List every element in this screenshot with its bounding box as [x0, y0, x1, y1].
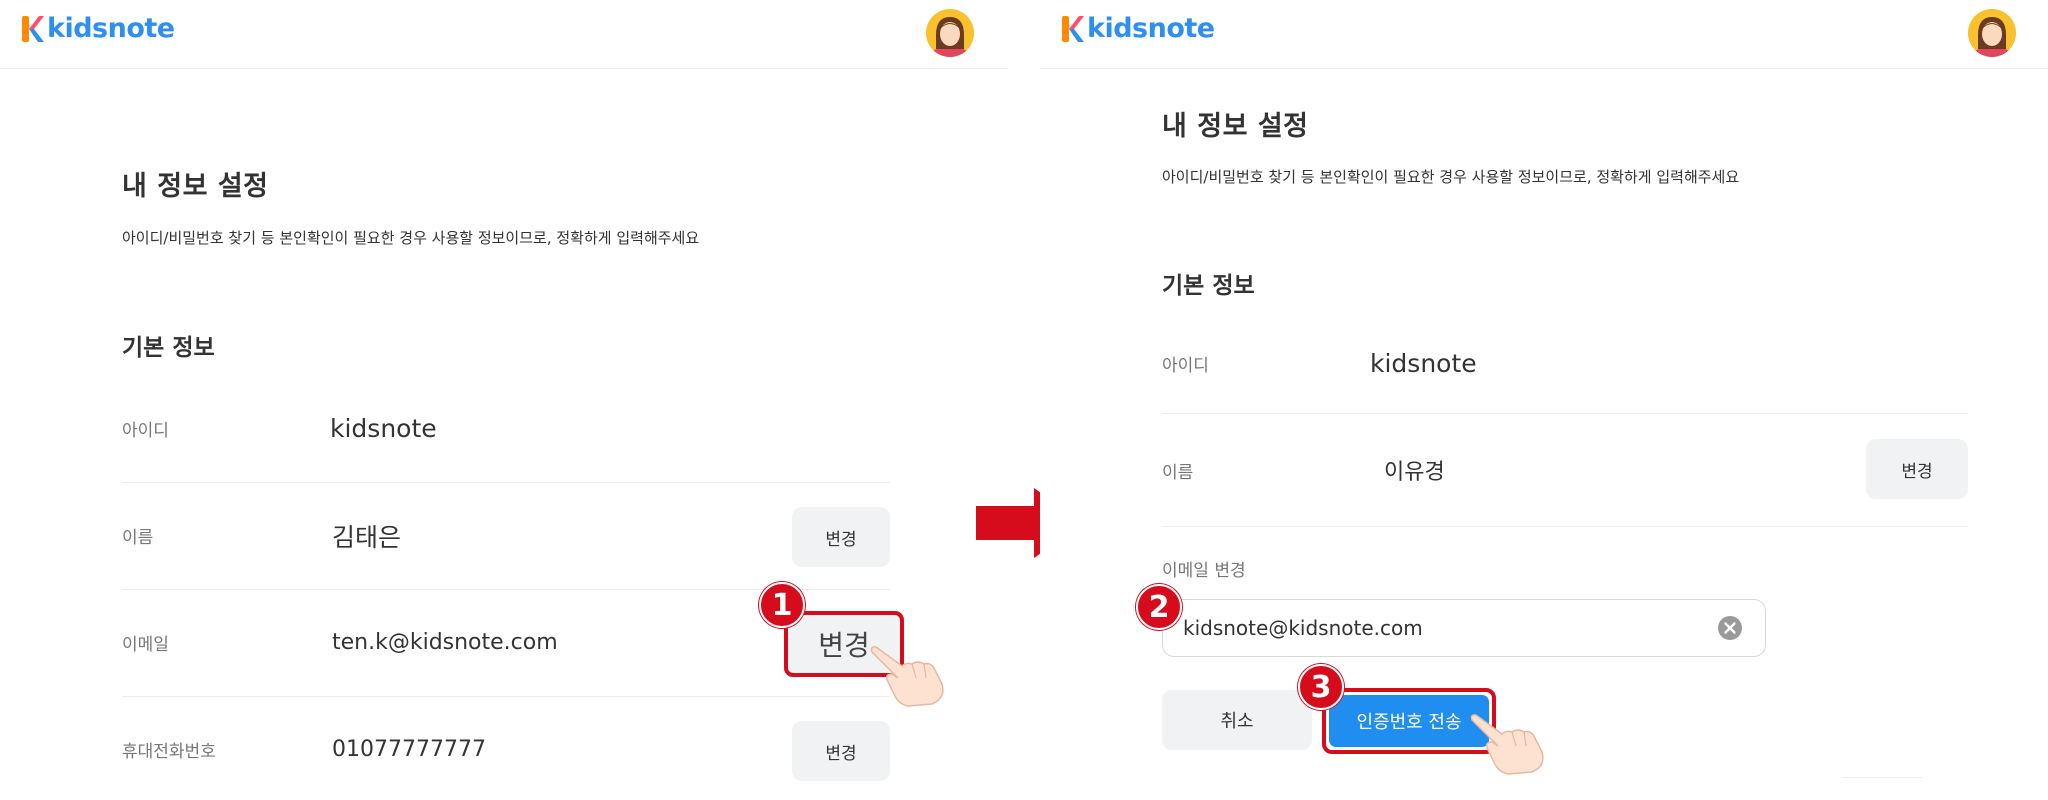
row-value: kidsnote [1370, 349, 1477, 378]
kidsnote-logo-icon [22, 16, 44, 42]
row-value: ten.k@kidsnote.com [332, 630, 558, 655]
avatar[interactable] [1968, 9, 2016, 57]
page-description: 아이디/비밀번호 찾기 등 본인확인이 필요한 경우 사용할 정보이므로, 정확… [1162, 168, 1740, 186]
kidsnote-logo[interactable]: kidsnote [22, 14, 175, 44]
row-label: 이름 [1162, 462, 1194, 483]
page-description: 아이디/비밀번호 찾기 등 본인확인이 필요한 경우 사용할 정보이므로, 정확… [122, 229, 700, 247]
row-value: 김태은 [332, 522, 402, 552]
step-badge-1: 1 [759, 582, 805, 628]
section-title: 기본 정보 [1162, 273, 1255, 299]
header: kidsnote [1040, 0, 2048, 69]
avatar[interactable] [926, 9, 974, 57]
avatar-icon [1968, 9, 2016, 57]
step-badge-3: 3 [1298, 664, 1344, 710]
step-badge-2: 2 [1136, 584, 1182, 630]
email-input-value: kidsnote@kidsnote.com [1183, 616, 1423, 640]
kidsnote-logo-icon [1062, 16, 1084, 42]
row-label: 이름 [122, 528, 154, 548]
row-name: 이름 김태은 변경 [122, 482, 890, 590]
pointing-hand-icon [870, 646, 944, 707]
kidsnote-logo[interactable]: kidsnote [1062, 14, 1215, 44]
change-name-button[interactable]: 변경 [1866, 439, 1968, 499]
row-value: 이유경 [1384, 460, 1445, 485]
row-value: kidsnote [330, 414, 437, 443]
avatar-icon [926, 9, 974, 57]
page-title: 내 정보 설정 [122, 171, 269, 202]
right-panel: kidsnote 내 정보 설정 아이디/비밀번호 찾기 등 본인확인이 필요한… [1040, 0, 2048, 800]
row-id: 아이디 kidsnote [1162, 314, 1968, 414]
change-phone-button[interactable]: 변경 [792, 721, 890, 781]
row-value: 01077777777 [332, 737, 486, 762]
row-name: 이름 이유경 변경 [1162, 414, 1968, 527]
logo-text: kidsnote [1087, 13, 1215, 44]
send-verification-code-button[interactable]: 인증번호 전송 [1329, 695, 1489, 747]
email-change-label: 이메일 변경 [1162, 561, 1246, 581]
row-phone: 휴대전화번호 01077777777 변경 [122, 696, 890, 800]
row-label: 아이디 [122, 421, 169, 441]
section-title: 기본 정보 [122, 335, 215, 361]
logo-text: kidsnote [47, 13, 175, 44]
page-title: 내 정보 설정 [1162, 111, 1309, 142]
row-label: 이메일 [122, 635, 169, 655]
clear-icon[interactable] [1717, 615, 1743, 641]
change-name-button[interactable]: 변경 [792, 507, 890, 567]
row-label: 휴대전화번호 [122, 742, 216, 762]
cancel-button[interactable]: 취소 [1162, 690, 1312, 750]
email-input[interactable]: kidsnote@kidsnote.com [1162, 599, 1766, 657]
pointing-hand-icon [1470, 714, 1544, 775]
divider [1842, 777, 1922, 778]
header: kidsnote [0, 0, 1008, 69]
row-id: 아이디 kidsnote [122, 375, 890, 483]
left-panel: kidsnote 내 정보 설정 아이디/비밀번호 찾기 등 본인확인이 필요한… [0, 0, 1008, 800]
row-label: 아이디 [1162, 356, 1209, 376]
